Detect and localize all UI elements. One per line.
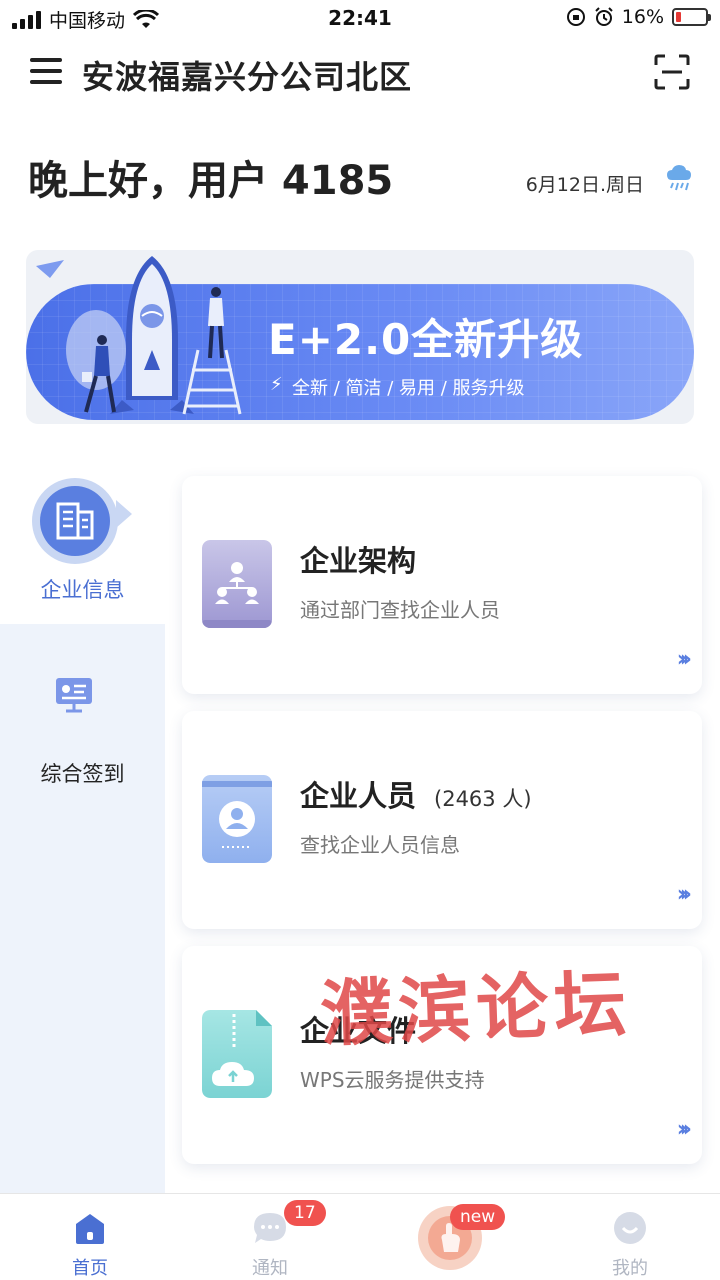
card-title: 企业人员 (2463 人) bbox=[300, 779, 532, 813]
status-right: 16% bbox=[566, 6, 711, 28]
battery-icon bbox=[672, 8, 711, 26]
rain-cloud-icon bbox=[667, 165, 691, 191]
card-description: WPS云服务提供支持 bbox=[300, 1068, 485, 1092]
profile-smile-icon bbox=[614, 1212, 646, 1244]
promo-banner[interactable]: E+2.0全新升级 ⚡ 全新 / 简洁 / 易用 / 服务升级 bbox=[26, 250, 694, 424]
battery-percent: 16% bbox=[621, 6, 664, 28]
nav-item-notifications[interactable]: 17 通知 bbox=[180, 1194, 360, 1280]
org-chart-icon bbox=[202, 540, 272, 628]
scan-icon[interactable] bbox=[654, 54, 690, 90]
card-company-members[interactable]: 企业人员 (2463 人) 查找企业人员信息 ››› bbox=[182, 711, 702, 929]
nav-label: 我的 bbox=[612, 1258, 648, 1279]
sidebar-item-label[interactable]: 企业信息 bbox=[0, 574, 165, 604]
new-badge: new bbox=[450, 1204, 506, 1231]
org-title: 安波福嘉兴分公司北区 bbox=[82, 58, 413, 96]
lightning-icon: ⚡ bbox=[270, 374, 283, 395]
sidebar-active-pointer bbox=[116, 500, 132, 528]
nav-label: 首页 bbox=[72, 1258, 108, 1279]
person-badge-icon bbox=[202, 775, 272, 863]
nav-item-home[interactable]: 首页 bbox=[0, 1194, 180, 1280]
chevron-right-icon[interactable]: ››› bbox=[677, 1117, 692, 1142]
cloud-file-icon bbox=[202, 1010, 272, 1098]
notification-badge: 17 bbox=[284, 1200, 326, 1227]
date-text: 6月12日.周日 bbox=[525, 174, 644, 196]
card-org-structure[interactable]: 企业架构 通过部门查找企业人员 ››› bbox=[182, 476, 702, 694]
rotation-lock-icon bbox=[566, 8, 585, 26]
card-description: 查找企业人员信息 bbox=[300, 833, 460, 857]
building-icon bbox=[56, 502, 94, 540]
nav-item-profile[interactable]: 我的 bbox=[540, 1194, 720, 1280]
banner-subtitle: 全新 / 简洁 / 易用 / 服务升级 bbox=[292, 378, 525, 399]
greeting-text: 晚上好，用户 4185 bbox=[28, 158, 394, 204]
chevron-right-icon[interactable]: ››› bbox=[677, 882, 692, 907]
card-title: 企业架构 bbox=[300, 544, 417, 578]
chat-bubble-icon bbox=[254, 1213, 286, 1243]
rocket-illustration bbox=[36, 256, 242, 415]
alarm-icon bbox=[595, 7, 613, 26]
forum-watermark: 濮滨论坛 bbox=[318, 960, 634, 1057]
status-bar: 中国移动 22:41 16% bbox=[0, 0, 720, 36]
hamburger-menu-icon[interactable] bbox=[30, 58, 62, 86]
app-header: 安波福嘉兴分公司北区 bbox=[0, 40, 720, 106]
member-count: (2463 人) bbox=[434, 787, 532, 811]
home-icon bbox=[76, 1214, 104, 1244]
chevron-right-icon[interactable]: ››› bbox=[677, 647, 692, 672]
sidebar-item-label[interactable]: 综合签到 bbox=[0, 758, 165, 788]
bottom-nav: 首页 17 通知 我的 bbox=[0, 1193, 720, 1280]
card-description: 通过部门查找企业人员 bbox=[300, 598, 500, 622]
banner-title: E+2.0全新升级 bbox=[268, 315, 584, 364]
nav-label: 通知 bbox=[252, 1258, 288, 1279]
checkin-screen-icon[interactable] bbox=[54, 676, 94, 714]
